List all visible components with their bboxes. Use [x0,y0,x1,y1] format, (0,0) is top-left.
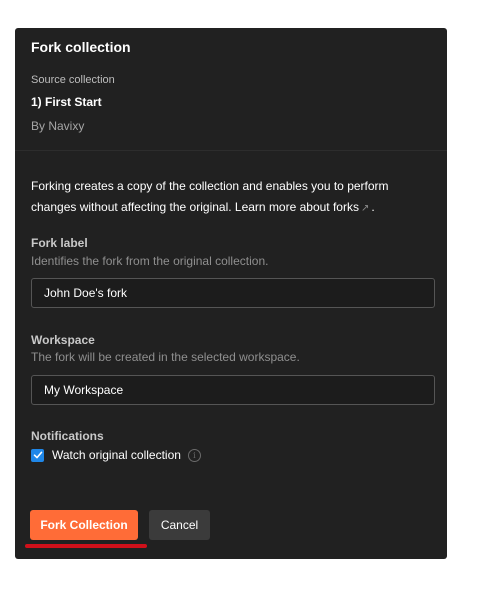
watch-collection-checkbox[interactable] [31,448,44,462]
cancel-button[interactable]: Cancel [149,510,210,540]
fork-description: Forking creates a copy of the collection… [31,176,431,219]
source-collection-label: Source collection [31,74,115,86]
watch-collection-label[interactable]: Watch original collection [52,448,181,462]
external-link-icon[interactable]: ↗ [361,203,369,214]
highlight-underline [25,544,147,548]
fork-collection-dialog: Fork collection Source collection 1) Fir… [15,28,447,559]
workspace-select[interactable] [31,375,435,405]
watch-collection-row[interactable]: Watch original collection i [31,448,201,462]
info-icon[interactable]: i [187,448,201,462]
section-divider [15,150,447,151]
fork-description-text[interactable]: Forking creates a copy of the collection… [31,179,389,214]
source-collection-name: 1) First Start [31,95,102,109]
workspace-hint: The fork will be created in the selected… [31,350,300,364]
fork-label-input[interactable] [31,278,435,308]
fork-label-title: Fork label [31,236,88,250]
dialog-title: Fork collection [31,39,131,55]
fork-description-end: . [371,200,375,214]
notifications-title: Notifications [31,429,104,443]
workspace-title: Workspace [31,333,95,347]
fork-label-hint: Identifies the fork from the original co… [31,254,269,268]
check-icon [33,451,42,459]
source-collection-author: By Navixy [31,119,85,133]
fork-collection-button[interactable]: Fork Collection [30,510,138,540]
